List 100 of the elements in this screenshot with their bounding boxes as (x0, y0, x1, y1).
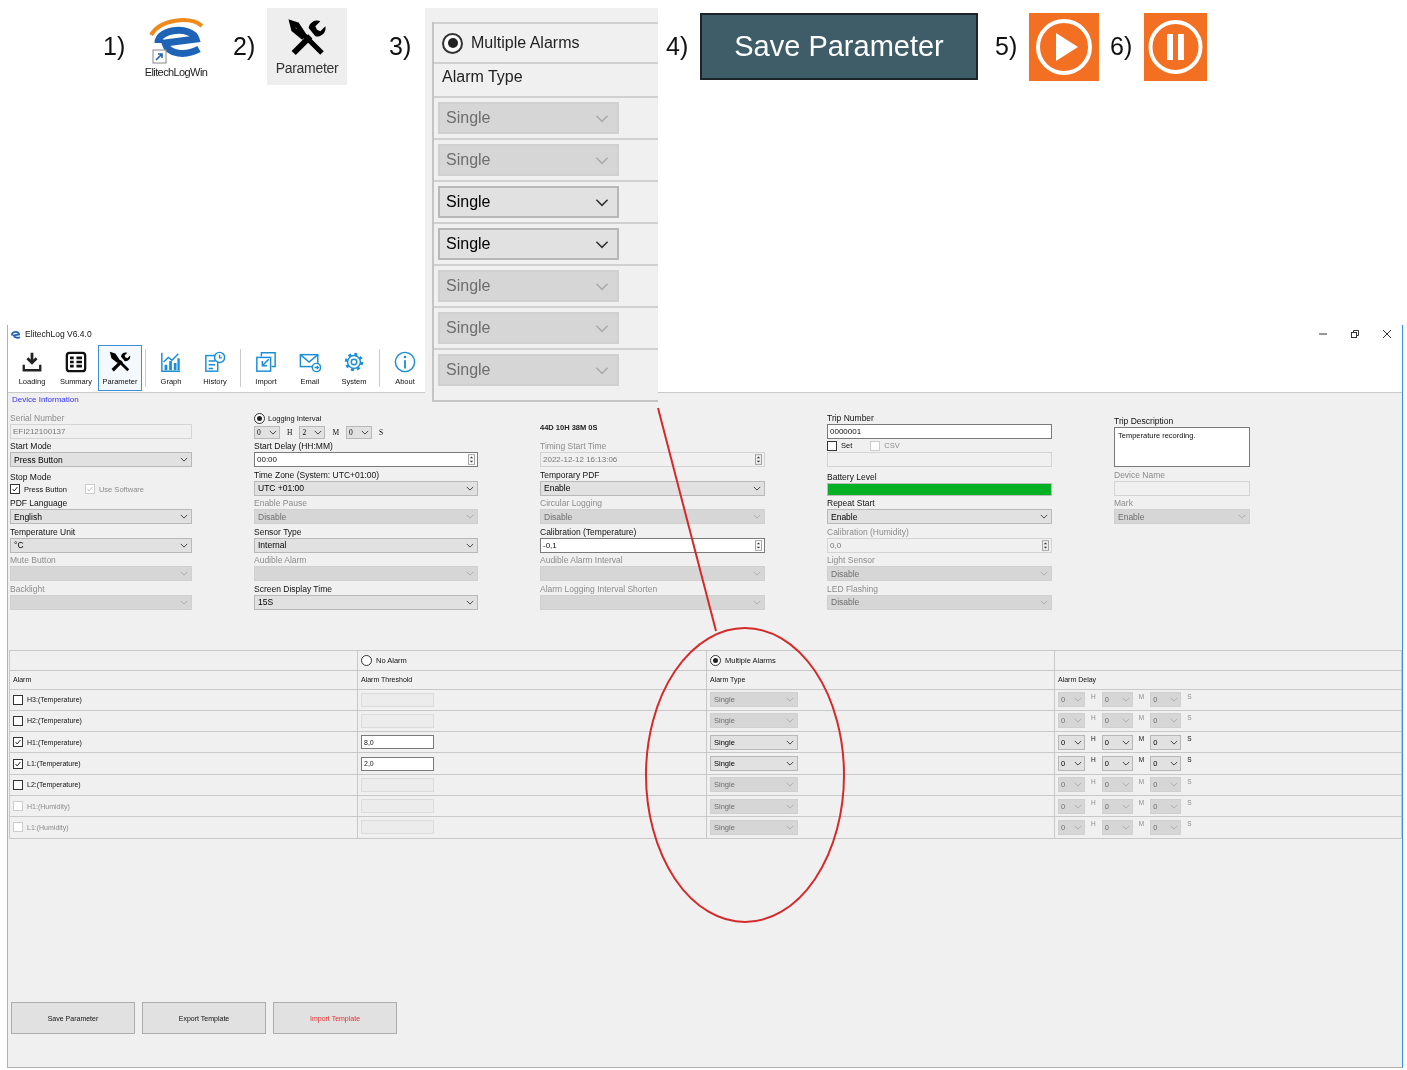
chevron-icon (1170, 761, 1179, 767)
text-field[interactable]: 0000001 (827, 423, 1052, 439)
field-label: Start Mode (10, 440, 53, 452)
dropdown[interactable]: 15S (254, 594, 478, 610)
dropdown[interactable]: UTC +01:00 (254, 480, 478, 496)
chevron-icon (180, 599, 188, 605)
chevron-icon (786, 824, 794, 830)
step-number: 3) (389, 32, 413, 61)
chevron-icon (180, 542, 188, 548)
dropdown[interactable]: °C (10, 537, 192, 553)
field-label: Temperature Unit (10, 525, 77, 538)
spin-arrows-icon[interactable] (755, 539, 762, 551)
checkbox[interactable] (13, 737, 23, 748)
chevron-icon (595, 197, 609, 207)
dropdown[interactable]: Single (438, 186, 619, 218)
checkbox[interactable] (13, 779, 23, 790)
app-logo-icon (10, 329, 21, 339)
field-label: Mute Button (10, 554, 57, 566)
chevron-icon (1170, 782, 1179, 788)
chevron-icon (595, 281, 609, 291)
chevron-icon (1121, 803, 1130, 809)
step-number: 1) (103, 32, 127, 61)
chevron-icon (595, 365, 609, 375)
field-label: Light Sensor (827, 554, 876, 566)
field-label: Screen Display Time (254, 582, 333, 595)
checkbox[interactable] (13, 715, 23, 726)
chevron-icon (1121, 739, 1130, 745)
chevron-icon (1121, 824, 1130, 830)
field-label: Start Delay (HH:MM) (254, 440, 334, 452)
chevron-icon (786, 782, 794, 788)
dropdown[interactable]: Enable (827, 509, 1052, 524)
chevron-icon (1121, 782, 1130, 788)
chevron-icon (269, 429, 277, 435)
radio-button[interactable] (361, 654, 372, 666)
chevron-icon (1074, 824, 1082, 830)
step-number: 5) (995, 32, 1019, 61)
chevron-icon (753, 571, 761, 576)
column-header: Alarm Type (442, 68, 523, 86)
radio-button[interactable] (254, 412, 265, 424)
chevron-icon (1170, 739, 1179, 745)
chevron-icon (1074, 718, 1082, 724)
dropdown[interactable]: Enable (540, 480, 765, 496)
chevron-icon (466, 485, 474, 491)
save-button[interactable]: Save Parameter (700, 13, 978, 80)
chevron-icon (466, 542, 474, 548)
chevron-icon (786, 697, 794, 703)
close-icon[interactable] (1382, 329, 1392, 339)
spin-field[interactable]: -0,1 (540, 537, 765, 553)
field-label: Time Zone (System: UTC+01:00) (254, 468, 381, 481)
field-label: Audible Alarm (254, 554, 308, 566)
radio-button[interactable] (442, 32, 463, 54)
chevron-icon (466, 514, 474, 519)
radio-button[interactable] (710, 654, 721, 666)
field-label: Trip Number (827, 411, 875, 424)
chevron-icon (1074, 697, 1082, 703)
field-label: Backlight (10, 582, 46, 595)
checkbox[interactable] (13, 758, 23, 769)
chevron-icon (786, 718, 794, 724)
field-label: Sensor Type (254, 525, 303, 538)
dropdown[interactable]: English (10, 509, 192, 524)
field-label: Enable Pause (254, 497, 308, 509)
checkbox[interactable] (13, 694, 23, 705)
field-label: Circular Logging (540, 497, 603, 509)
field-label: LED Flashing (827, 582, 880, 595)
field-label: Temporary PDF (540, 468, 601, 481)
chevron-icon (1170, 824, 1179, 830)
field-label: Alarm Logging Interval Shorten (540, 582, 659, 595)
chevron-icon (595, 113, 609, 123)
dropdown[interactable]: Single (438, 228, 619, 260)
chevron-icon (1121, 718, 1130, 724)
chevron-icon (1121, 761, 1130, 767)
chevron-icon (1040, 514, 1048, 519)
pause-icon (1144, 12, 1207, 81)
spin-arrows-icon[interactable] (468, 454, 475, 465)
step-number: 2) (233, 32, 257, 61)
document-clock-icon (204, 350, 226, 373)
chevron-icon (753, 485, 761, 491)
chevron-icon (1074, 782, 1082, 788)
spin-field[interactable]: 00:00 (254, 452, 478, 467)
chevron-icon (180, 514, 188, 519)
checkbox[interactable] (827, 440, 837, 451)
field-label: Audible Alarm Interval (540, 554, 624, 566)
restore-icon[interactable] (1350, 329, 1360, 339)
field-label: Calibration (Humidity) (827, 525, 910, 538)
chevron-icon (786, 739, 794, 745)
checkbox[interactable] (10, 484, 20, 494)
step-number: 4) (666, 32, 690, 61)
chevron-icon (786, 803, 794, 809)
dropdown[interactable]: Press Button (10, 452, 192, 467)
chevron-icon (753, 514, 761, 519)
window-title: ElitechLog V6.4.0 (25, 329, 92, 339)
field-label: Device Name (1114, 468, 1167, 481)
chevron-icon (180, 571, 188, 576)
icon-caption: Parameter (275, 59, 339, 76)
dropdown[interactable]: Internal (254, 537, 478, 553)
tab[interactable]: Device Information (12, 395, 79, 407)
chevron-icon (1040, 571, 1048, 576)
import-icon (255, 350, 277, 373)
info-icon (394, 350, 416, 373)
chevron-icon (1170, 803, 1179, 809)
